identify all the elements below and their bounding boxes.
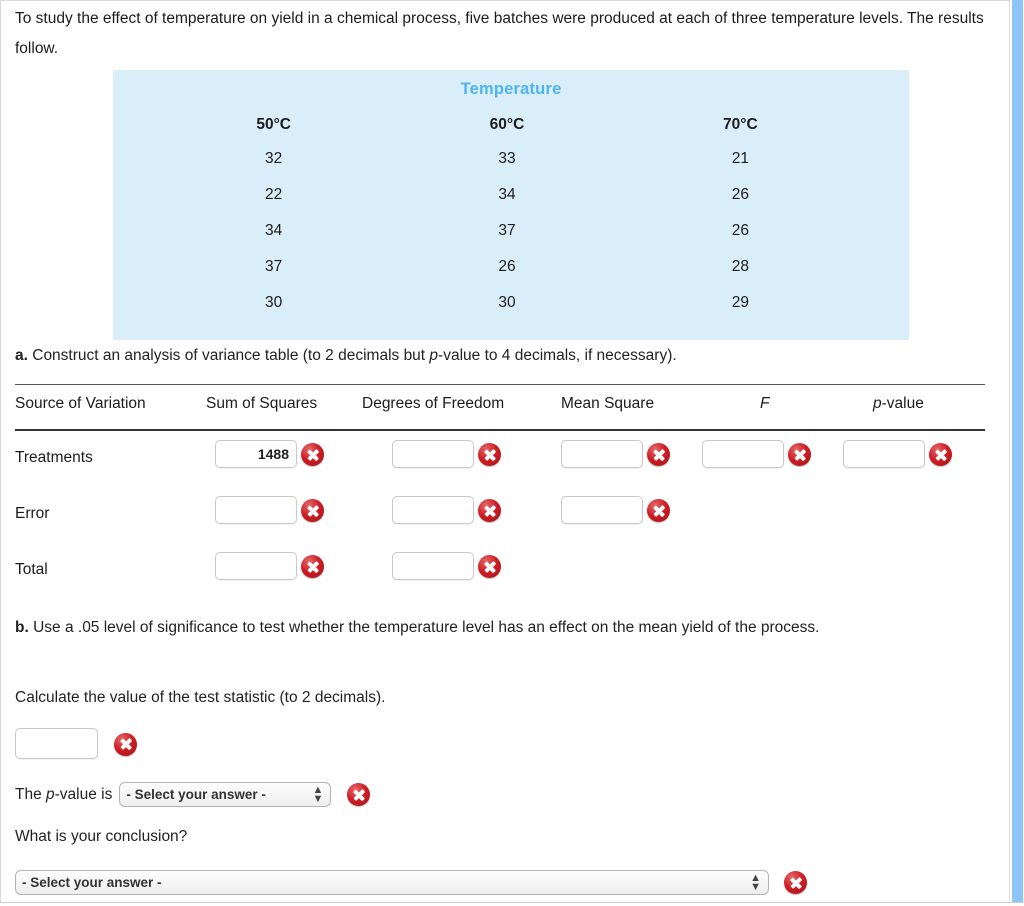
intro-paragraph: To study the effect of temperature on yi… — [15, 10, 984, 57]
anova-row-total: Total — [15, 543, 985, 599]
data-cell: 33 — [498, 150, 516, 167]
data-cell: 34 — [265, 222, 283, 239]
part-b-prompt: b. Use a .05 level of significance to te… — [15, 613, 997, 643]
input-error-ss[interactable] — [215, 496, 297, 524]
anova-row-label-treatments: Treatments — [15, 449, 93, 466]
part-a-text-2: -value to 4 decimals, if necessary). — [438, 347, 677, 364]
test-statistic-row — [15, 728, 138, 759]
input-error-ms[interactable] — [561, 496, 643, 524]
pvalue-row: The p-value is - Select your answer - ▲ ▼ — [15, 782, 371, 807]
select-pvalue[interactable]: - Select your answer - — [119, 782, 332, 807]
part-a-prompt: a. Construct an analysis of variance tab… — [15, 344, 997, 368]
vertical-scrollbar-thumb[interactable] — [1012, 0, 1023, 906]
column-header-70c: 70°C — [723, 116, 758, 133]
error-x-icon — [784, 871, 807, 894]
pvalue-label: The p-value is — [15, 785, 113, 803]
data-cell: 28 — [731, 258, 749, 275]
error-x-icon — [647, 443, 671, 467]
calculate-statistic-prompt: Calculate the value of the test statisti… — [15, 689, 386, 706]
table-row: 37 26 28 — [157, 249, 857, 285]
error-x-icon — [301, 555, 325, 579]
data-cell: 37 — [265, 258, 283, 275]
input-treatments-df[interactable] — [392, 440, 474, 468]
input-treatments-ms[interactable] — [561, 440, 643, 468]
anova-header-ms: Mean Square — [561, 395, 655, 412]
error-x-icon — [647, 499, 671, 523]
data-table-header-row: 50°C 60°C 70°C — [157, 113, 857, 141]
anova-header-row: Source of Variation Sum of Squares Degre… — [15, 384, 985, 429]
table-row: 32 33 21 — [157, 141, 857, 177]
question-page: To study the effect of temperature on yi… — [0, 0, 1010, 906]
error-x-icon — [301, 443, 325, 467]
part-a-italic-p: p — [429, 347, 439, 364]
data-cell: 37 — [498, 222, 516, 239]
part-a-text: Construct an analysis of variance table … — [27, 347, 430, 364]
table-row: 34 37 26 — [157, 213, 857, 249]
input-treatments-f[interactable] — [702, 440, 784, 468]
vertical-scrollbar-track[interactable] — [1009, 0, 1024, 906]
pvalue-select-wrapper[interactable]: - Select your answer - ▲ ▼ — [119, 782, 332, 807]
anova-header-source: Source of Variation — [15, 395, 146, 412]
input-error-df[interactable] — [392, 496, 474, 524]
column-header-50c: 50°C — [256, 116, 291, 133]
data-cell: 26 — [731, 222, 749, 239]
error-x-icon — [301, 499, 325, 523]
part-b-label: b. — [15, 619, 29, 636]
table-row: 22 34 26 — [157, 177, 857, 213]
anova-header-ss: Sum of Squares — [206, 395, 318, 412]
conclusion-question: What is your conclusion? — [15, 828, 188, 845]
input-total-df[interactable] — [392, 552, 474, 580]
data-cell: 30 — [265, 294, 283, 311]
error-x-icon — [929, 443, 953, 467]
error-x-icon — [347, 783, 371, 806]
input-treatments-ss[interactable] — [215, 440, 297, 468]
data-cell: 32 — [265, 150, 283, 167]
error-x-icon — [114, 732, 138, 756]
error-x-icon — [478, 555, 502, 579]
anova-header-pvalue: p-value — [873, 395, 924, 412]
data-table-title: Temperature — [460, 80, 562, 98]
table-row: 30 30 29 — [157, 285, 857, 321]
data-values-table: 50°C 60°C 70°C 32 33 21 22 34 26 34 37 2… — [157, 113, 857, 321]
data-cell: 26 — [731, 186, 749, 203]
data-cell: 21 — [731, 150, 749, 167]
data-cell: 26 — [498, 258, 516, 275]
anova-header-df: Degrees of Freedom — [362, 395, 505, 412]
input-test-statistic[interactable] — [15, 728, 98, 759]
input-treatments-pvalue[interactable] — [843, 440, 925, 468]
anova-row-error: Error — [15, 487, 985, 543]
conclusion-select-wrapper[interactable]: - Select your answer - ▲ ▼ — [15, 870, 769, 895]
conclusion-row: - Select your answer - ▲ ▼ — [15, 870, 807, 895]
error-x-icon — [788, 443, 812, 467]
error-x-icon — [478, 443, 502, 467]
input-total-ss[interactable] — [215, 552, 297, 580]
error-x-icon — [478, 499, 502, 523]
anova-row-label-error: Error — [15, 505, 50, 522]
select-conclusion[interactable]: - Select your answer - — [15, 870, 769, 895]
data-cell: 29 — [731, 294, 749, 311]
part-b-text: Use a .05 level of significance to test … — [28, 619, 820, 636]
column-header-60c: 60°C — [489, 116, 525, 133]
data-cell: 30 — [498, 294, 516, 311]
data-cell: 22 — [265, 186, 283, 203]
temperature-data-table: Temperature 50°C 60°C 70°C 32 33 21 22 3… — [113, 70, 909, 340]
anova-header-f: F — [760, 395, 770, 412]
part-a-label: a. — [15, 347, 28, 364]
anova-table: Source of Variation Sum of Squares Degre… — [15, 384, 985, 599]
anova-row-treatments: Treatments — [15, 431, 985, 487]
data-cell: 34 — [498, 186, 516, 203]
page-bottom-edge — [0, 902, 1024, 906]
anova-row-label-total: Total — [15, 561, 48, 578]
